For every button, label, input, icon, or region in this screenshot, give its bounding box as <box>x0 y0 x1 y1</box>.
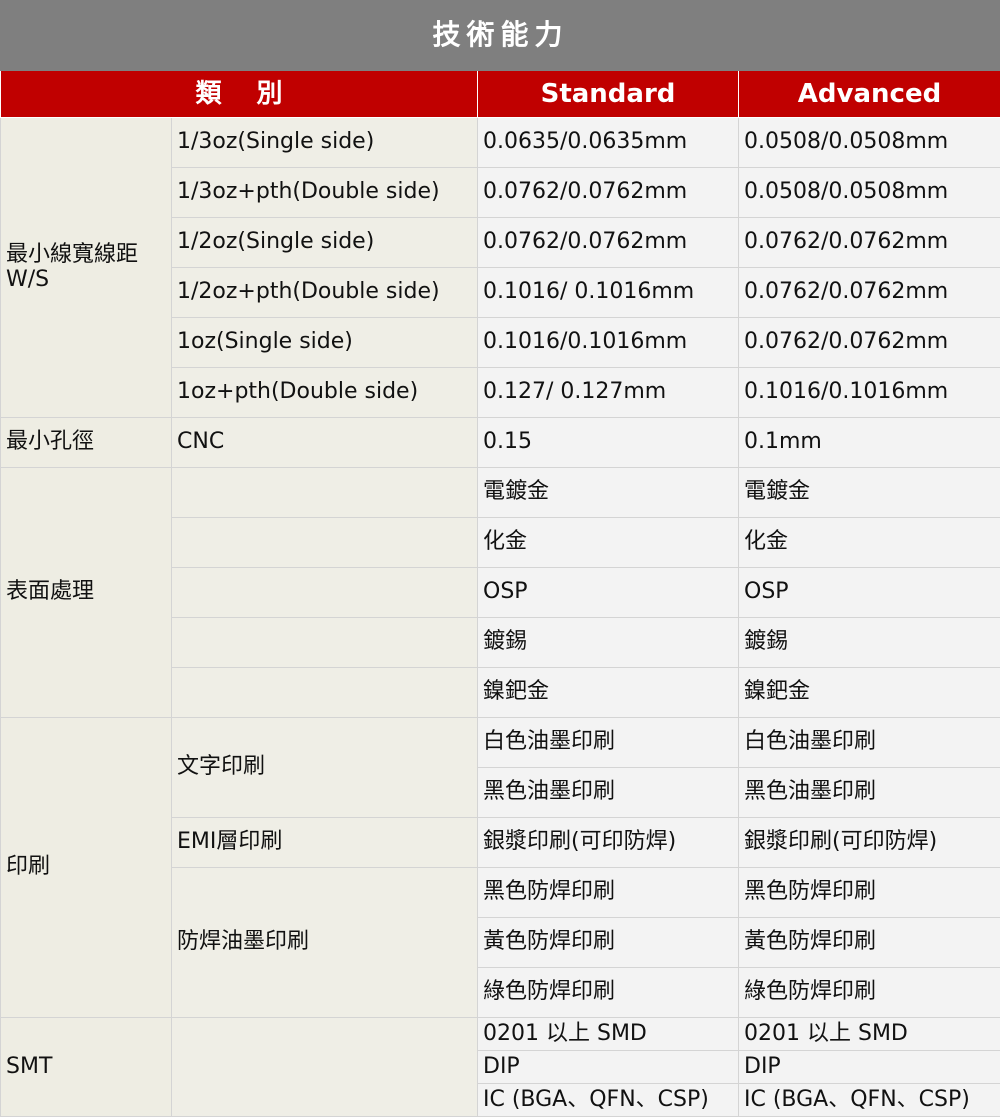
advanced-cell: 黑色油墨印刷 <box>739 768 1000 818</box>
standard-cell: 白色油墨印刷 <box>478 718 739 768</box>
sub-cell <box>172 468 478 518</box>
category-hole: 最小孔徑 <box>1 418 172 468</box>
advanced-cell: 鍍錫 <box>739 618 1000 668</box>
sub-cell-text-printing: 文字印刷 <box>172 718 478 818</box>
standard-cell: 電鍍金 <box>478 468 739 518</box>
advanced-cell: 電鍍金 <box>739 468 1000 518</box>
advanced-cell: 銀漿印刷(可印防焊) <box>739 818 1000 868</box>
standard-cell: 0201 以上 SMD <box>478 1018 739 1051</box>
advanced-cell: 化金 <box>739 518 1000 568</box>
advanced-cell: 0.0762/0.0762mm <box>739 268 1000 318</box>
advanced-cell: 黑色防焊印刷 <box>739 868 1000 918</box>
table-row: 表面處理 電鍍金 電鍍金 <box>1 468 1000 518</box>
category-ws-label: 最小線寬線距 <box>6 242 138 267</box>
sub-cell: 1/2oz+pth(Double side) <box>172 268 478 318</box>
standard-cell: 0.15 <box>478 418 739 468</box>
advanced-cell: DIP <box>739 1051 1000 1084</box>
category-printing: 印刷 <box>1 718 172 1018</box>
advanced-cell: 0.1016/0.1016mm <box>739 368 1000 418</box>
standard-cell: 鍍錫 <box>478 618 739 668</box>
sub-cell: 1/2oz(Single side) <box>172 218 478 268</box>
header-advanced: Advanced <box>739 71 1000 118</box>
table-row: SMT 0201 以上 SMD 0201 以上 SMD <box>1 1018 1000 1051</box>
standard-cell: OSP <box>478 568 739 618</box>
page-title: 技術能力 <box>1 1 1000 71</box>
table-row: 最小孔徑 CNC 0.15 0.1mm <box>1 418 1000 468</box>
standard-cell: 0.1016/ 0.1016mm <box>478 268 739 318</box>
sub-cell: 1oz+pth(Double side) <box>172 368 478 418</box>
category-surface: 表面處理 <box>1 468 172 718</box>
advanced-cell: IC (BGA、QFN、CSP) <box>739 1084 1000 1117</box>
standard-cell: DIP <box>478 1051 739 1084</box>
advanced-cell: 綠色防焊印刷 <box>739 968 1000 1018</box>
sub-cell-emi: EMI層印刷 <box>172 818 478 868</box>
sub-cell <box>172 1018 478 1117</box>
category-ws: 最小線寬線距 W/S <box>1 118 172 418</box>
sub-cell <box>172 518 478 568</box>
standard-cell: 0.1016/0.1016mm <box>478 318 739 368</box>
standard-cell: 鎳鈀金 <box>478 668 739 718</box>
header-standard: Standard <box>478 71 739 118</box>
sub-cell: 1/3oz+pth(Double side) <box>172 168 478 218</box>
standard-cell: 0.0762/0.0762mm <box>478 168 739 218</box>
advanced-cell: 0.0508/0.0508mm <box>739 118 1000 168</box>
capability-table: 技術能力 類 別 Standard Advanced 最小線寬線距 W/S 1/… <box>0 0 1000 1117</box>
advanced-cell: OSP <box>739 568 1000 618</box>
sub-cell: 1oz(Single side) <box>172 318 478 368</box>
standard-cell: IC (BGA、QFN、CSP) <box>478 1084 739 1117</box>
standard-cell: 0.0635/0.0635mm <box>478 118 739 168</box>
standard-cell: 黑色防焊印刷 <box>478 868 739 918</box>
standard-cell: 0.0762/0.0762mm <box>478 218 739 268</box>
sub-cell <box>172 568 478 618</box>
advanced-cell: 鎳鈀金 <box>739 668 1000 718</box>
category-smt: SMT <box>1 1018 172 1117</box>
standard-cell: 0.127/ 0.127mm <box>478 368 739 418</box>
advanced-cell: 0.0508/0.0508mm <box>739 168 1000 218</box>
table-row: 最小線寬線距 W/S 1/3oz(Single side) 0.0635/0.0… <box>1 118 1000 168</box>
standard-cell: 化金 <box>478 518 739 568</box>
table-row: 印刷 文字印刷 白色油墨印刷 白色油墨印刷 <box>1 718 1000 768</box>
advanced-cell: 0201 以上 SMD <box>739 1018 1000 1051</box>
category-ws-label-2: W/S <box>6 267 49 292</box>
advanced-cell: 黃色防焊印刷 <box>739 918 1000 968</box>
sub-cell: 1/3oz(Single side) <box>172 118 478 168</box>
sub-cell <box>172 668 478 718</box>
sub-cell-solder-mask: 防焊油墨印刷 <box>172 868 478 1018</box>
advanced-cell: 0.0762/0.0762mm <box>739 318 1000 368</box>
standard-cell: 銀漿印刷(可印防焊) <box>478 818 739 868</box>
advanced-cell: 白色油墨印刷 <box>739 718 1000 768</box>
standard-cell: 黃色防焊印刷 <box>478 918 739 968</box>
standard-cell: 黑色油墨印刷 <box>478 768 739 818</box>
advanced-cell: 0.0762/0.0762mm <box>739 218 1000 268</box>
advanced-cell: 0.1mm <box>739 418 1000 468</box>
header-category: 類 別 <box>1 71 478 118</box>
sub-cell <box>172 618 478 668</box>
standard-cell: 綠色防焊印刷 <box>478 968 739 1018</box>
sub-cell: CNC <box>172 418 478 468</box>
